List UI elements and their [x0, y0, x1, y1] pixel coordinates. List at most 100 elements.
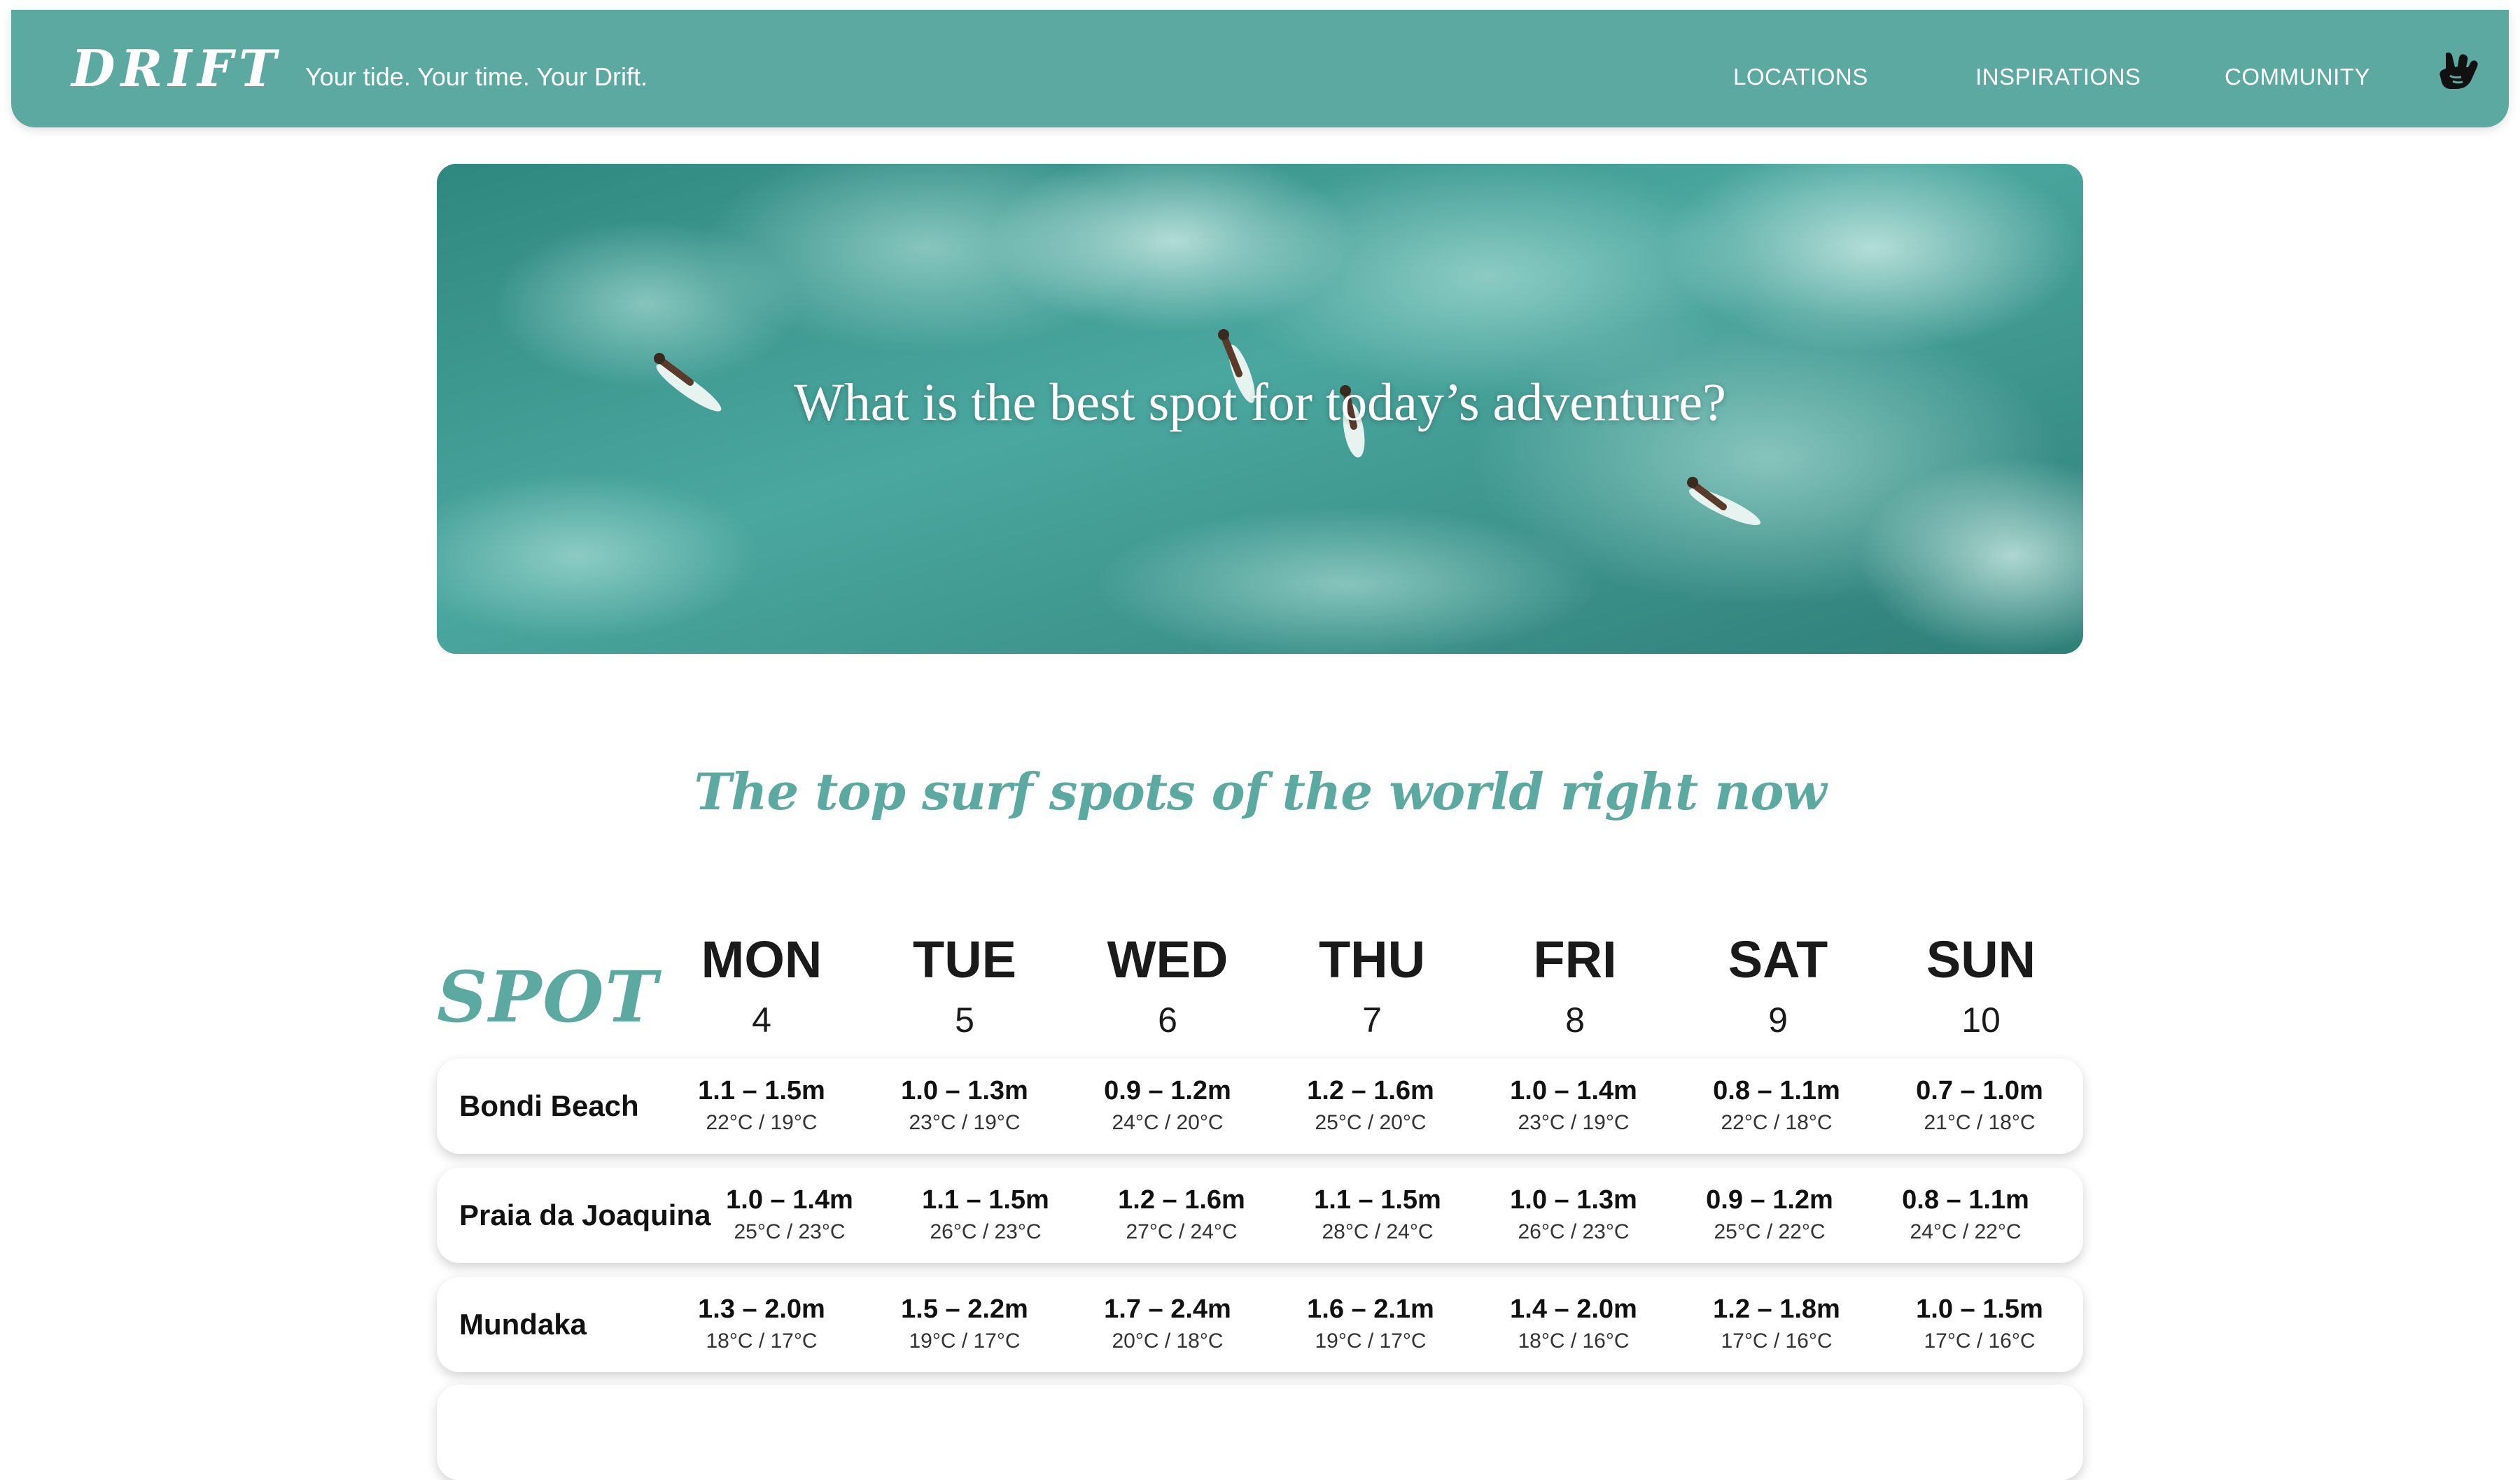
forecast-cell: 0.9 – 1.2m 24°C / 20°C [1077, 1074, 1259, 1137]
forecast-cell: 1.2 – 1.8m 17°C / 16°C [1686, 1292, 1868, 1355]
day-name: THU [1318, 930, 1426, 989]
temperature: 25°C / 20°C [1315, 1111, 1427, 1134]
temperature: 17°C / 16°C [1721, 1329, 1833, 1353]
spot-row-mundaka[interactable]: Mundaka 1.3 – 2.0m 18°C / 17°C 1.5 – 2.2m… [437, 1277, 2083, 1372]
day-name: TUE [913, 930, 1016, 989]
temperature: 19°C / 17°C [1315, 1329, 1427, 1353]
day-name: WED [1107, 930, 1228, 989]
forecast-cell: 1.1 – 1.5m 22°C / 19°C [671, 1074, 853, 1137]
section-title: The top surf spots of the world right no… [694, 762, 1826, 821]
forecast-cell: 1.1 – 1.5m 26°C / 23°C [895, 1183, 1077, 1246]
wave-height: 1.1 – 1.5m [922, 1185, 1049, 1215]
forecast-cell: 1.2 – 1.6m 27°C / 24°C [1091, 1183, 1273, 1246]
temperature: 18°C / 17°C [706, 1329, 818, 1353]
forecast-cell: 0.8 – 1.1m 24°C / 22°C [1875, 1183, 2057, 1246]
temperature: 27°C / 24°C [1126, 1220, 1238, 1243]
temperature: 23°C / 19°C [1518, 1111, 1630, 1134]
day-header-thu: THU 7 [1281, 928, 1463, 1045]
forecast-cell: 1.3 – 2.0m 18°C / 17°C [671, 1292, 853, 1355]
forecast-cell: 1.2 – 1.6m 25°C / 20°C [1280, 1074, 1462, 1137]
nav-link-community[interactable]: COMMUNITY [2225, 63, 2370, 91]
wave-height: 1.0 – 1.3m [1510, 1185, 1637, 1215]
day-name: FRI [1533, 930, 1617, 989]
wave-height: 1.1 – 1.5m [698, 1076, 825, 1105]
temperature: 24°C / 22°C [1910, 1220, 2022, 1243]
temperature: 25°C / 23°C [734, 1220, 846, 1243]
forecast-cell: 1.0 – 1.4m 25°C / 23°C [699, 1183, 881, 1246]
wave-height: 1.3 – 2.0m [698, 1294, 825, 1324]
day-name: SAT [1728, 930, 1828, 989]
day-header-sun: SUN 10 [1890, 928, 2072, 1045]
day-header-tue: TUE 5 [874, 928, 1056, 1045]
temperature: 26°C / 23°C [930, 1220, 1042, 1243]
tagline: Your tide. Your time. Your Drift. [305, 62, 648, 91]
forecast-cell: 1.0 – 1.3m 26°C / 23°C [1483, 1183, 1665, 1246]
spot-name: Bondi Beach [459, 1089, 639, 1122]
forecast-cell: 1.1 – 1.5m 28°C / 24°C [1287, 1183, 1469, 1246]
temperature: 18°C / 16°C [1518, 1329, 1630, 1353]
forecast-cell: 1.4 – 2.0m 18°C / 16°C [1483, 1292, 1665, 1355]
wave-height: 1.5 – 2.2m [901, 1294, 1028, 1324]
day-header-wed: WED 6 [1077, 928, 1259, 1045]
wave-height: 1.2 – 1.8m [1713, 1294, 1840, 1324]
forecast-cell: 0.7 – 1.0m 21°C / 18°C [1889, 1074, 2071, 1137]
wave-height: 1.7 – 2.4m [1104, 1294, 1231, 1324]
forecast-cell: 0.8 – 1.1m 22°C / 18°C [1686, 1074, 1868, 1137]
forecast-cell: 1.0 – 1.3m 23°C / 19°C [874, 1074, 1056, 1137]
shaka-hand-icon[interactable] [2436, 46, 2486, 97]
day-number: 5 [955, 1000, 974, 1040]
forecast-cell: 1.0 – 1.4m 23°C / 19°C [1483, 1074, 1665, 1137]
forecast-cell: 1.7 – 2.4m 20°C / 18°C [1077, 1292, 1259, 1355]
day-header-mon: MON 4 [671, 928, 853, 1045]
temperature: 23°C / 19°C [909, 1111, 1021, 1134]
hero-banner: What is the best spot for today’s advent… [437, 164, 2083, 654]
day-number: 4 [752, 1000, 771, 1040]
temperature: 25°C / 22°C [1714, 1220, 1826, 1243]
forecast-cell: 1.6 – 2.1m 19°C / 17°C [1280, 1292, 1462, 1355]
spot-column-heading: SPOT [437, 956, 659, 1038]
temperature: 24°C / 20°C [1112, 1111, 1224, 1134]
day-header-fri: FRI 8 [1484, 928, 1666, 1045]
spot-name: Praia da Joaquina [459, 1199, 711, 1231]
forecast-cell: 0.9 – 1.2m 25°C / 22°C [1679, 1183, 1861, 1246]
temperature: 20°C / 18°C [1112, 1329, 1224, 1353]
wave-height: 1.0 – 1.4m [1510, 1076, 1637, 1105]
wave-height: 1.1 – 1.5m [1314, 1185, 1441, 1215]
temperature: 19°C / 17°C [909, 1329, 1021, 1353]
wave-height: 1.4 – 2.0m [1510, 1294, 1637, 1324]
day-number: 6 [1158, 1000, 1177, 1040]
wave-height: 0.8 – 1.1m [1713, 1076, 1840, 1105]
wave-height: 1.0 – 1.3m [901, 1076, 1028, 1105]
temperature: 22°C / 18°C [1721, 1111, 1833, 1134]
forecast-cell: 1.0 – 1.5m 17°C / 16°C [1889, 1292, 2071, 1355]
day-number: 10 [1961, 1000, 2001, 1040]
forecast-cell: 1.5 – 2.2m 19°C / 17°C [874, 1292, 1056, 1355]
wave-height: 1.0 – 1.5m [1916, 1294, 2043, 1324]
temperature: 21°C / 18°C [1924, 1111, 2036, 1134]
day-name: MON [701, 930, 822, 989]
wave-height: 1.2 – 1.6m [1118, 1185, 1245, 1215]
wave-height: 1.0 – 1.4m [726, 1185, 853, 1215]
day-header-sat: SAT 9 [1687, 928, 1869, 1045]
spot-row-bondi-beach[interactable]: Bondi Beach 1.1 – 1.5m 22°C / 19°C 1.0 – … [437, 1059, 2083, 1154]
wave-height: 1.2 – 1.6m [1307, 1076, 1434, 1105]
spot-row-partial[interactable] [437, 1385, 2083, 1480]
day-number: 8 [1565, 1000, 1585, 1040]
spot-row-praia-da-joaquina[interactable]: Praia da Joaquina 1.0 – 1.4m 25°C / 23°C … [437, 1168, 2083, 1263]
temperature: 17°C / 16°C [1924, 1329, 2036, 1353]
wave-height: 0.9 – 1.2m [1706, 1185, 1833, 1215]
wave-height: 0.7 – 1.0m [1916, 1076, 2043, 1105]
nav-link-locations[interactable]: LOCATIONS [1733, 63, 1868, 91]
day-name: SUN [1926, 930, 2036, 989]
day-number: 7 [1362, 1000, 1382, 1040]
temperature: 28°C / 24°C [1322, 1220, 1434, 1243]
wave-height: 0.9 – 1.2m [1104, 1076, 1231, 1105]
wave-height: 0.8 – 1.1m [1902, 1185, 2029, 1215]
temperature: 22°C / 19°C [706, 1111, 818, 1134]
day-number: 9 [1768, 1000, 1788, 1040]
spot-name: Mundaka [459, 1308, 587, 1341]
wave-height: 1.6 – 2.1m [1307, 1294, 1434, 1324]
nav-link-inspirations[interactable]: INSPIRATIONS [1975, 63, 2141, 91]
drift-logo[interactable]: DRIFT [71, 41, 282, 97]
hero-title: What is the best spot for today’s advent… [794, 373, 1726, 432]
